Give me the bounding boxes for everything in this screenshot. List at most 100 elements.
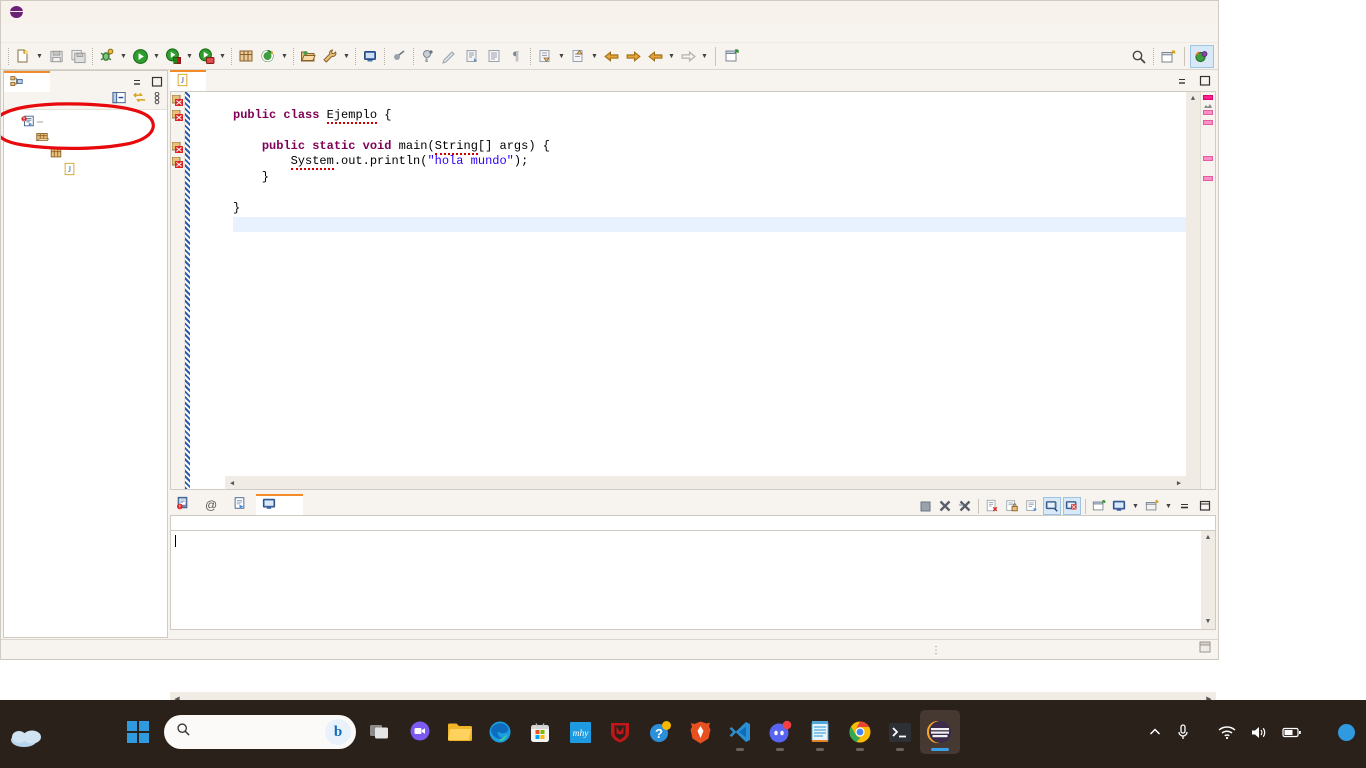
search-icon[interactable] (1128, 46, 1150, 68)
menu-source[interactable] (41, 31, 57, 35)
editor-minimize-icon[interactable] (1175, 73, 1191, 88)
next-annotation-icon[interactable] (534, 45, 556, 67)
pilcrow-icon[interactable]: ¶ (505, 45, 527, 67)
tree-item-src[interactable] (4, 130, 167, 146)
overview-marker[interactable] (1203, 156, 1213, 161)
new-java-annotation-icon[interactable] (439, 45, 461, 67)
java-perspective-icon[interactable] (1190, 45, 1214, 68)
package-explorer-minimize-icon[interactable] (130, 74, 146, 89)
tree-item-ejemplo-java[interactable]: J (4, 162, 167, 178)
fold-toggle-icon[interactable] (212, 139, 225, 155)
status-bar-resize-icon[interactable] (1198, 640, 1212, 659)
search-input[interactable]: b (164, 715, 356, 749)
previous-edit-icon[interactable] (644, 45, 666, 67)
discord-icon[interactable] (760, 710, 800, 754)
brave-browser-icon[interactable] (680, 710, 720, 754)
console-output[interactable]: ▲ ▼ (170, 530, 1216, 630)
terminate-icon[interactable] (916, 497, 934, 515)
tab-declaration[interactable] (227, 494, 256, 515)
show-console-on-output-icon[interactable] (1043, 497, 1061, 515)
save-all-icon[interactable] (67, 45, 89, 67)
console-minimize-icon[interactable] (1176, 497, 1194, 515)
save-icon[interactable] (45, 45, 67, 67)
word-wrap-icon[interactable] (1023, 497, 1041, 515)
scroll-right-icon[interactable]: ▶ (1172, 476, 1186, 489)
keyboard-layout-indicator[interactable] (1201, 710, 1207, 754)
tree-item-project[interactable] (4, 114, 167, 130)
chevron-up-icon[interactable] (1145, 710, 1165, 754)
link-with-editor-icon[interactable] (132, 91, 147, 110)
coverage-icon[interactable] (162, 45, 184, 67)
scroll-left-icon[interactable]: ◀ (225, 476, 239, 489)
editor-folding-ruler[interactable] (212, 92, 225, 489)
weather-widget[interactable] (10, 712, 70, 754)
editor-text-area[interactable]: public class Ejemplo { public static voi… (225, 92, 1200, 489)
run-icon[interactable] (129, 45, 151, 67)
scroll-down-icon[interactable]: ▼ (1201, 615, 1215, 629)
next-edit-icon[interactable] (677, 45, 699, 67)
error-marker-icon[interactable] (171, 109, 184, 121)
menu-file[interactable] (9, 31, 25, 35)
close-button[interactable] (1176, 1, 1218, 23)
editor-vertical-scrollbar[interactable]: ▲ ▼ (1186, 92, 1200, 489)
profile-dropdown-icon[interactable]: ▼ (217, 45, 228, 67)
tab-console[interactable] (256, 494, 304, 515)
previous-edit-dropdown-icon[interactable]: ▼ (666, 45, 677, 67)
teams-chat-icon[interactable] (400, 710, 440, 754)
mcafee-icon[interactable] (600, 710, 640, 754)
google-chrome-icon[interactable] (840, 710, 880, 754)
display-selected-console-dropdown-icon[interactable]: ▼ (1130, 495, 1141, 517)
open-perspective-button-icon[interactable] (1157, 46, 1179, 68)
java-working-sets-icon[interactable] (461, 45, 483, 67)
tab-ejemplo-java[interactable]: J (170, 70, 206, 91)
status-bar-handle[interactable]: ⋮ (931, 645, 943, 656)
open-type-icon[interactable] (297, 45, 319, 67)
scroll-lock-icon[interactable] (1003, 497, 1021, 515)
scroll-up-icon[interactable]: ▲ (1201, 531, 1215, 545)
menu-search[interactable] (89, 31, 105, 35)
external-tools-dropdown-icon[interactable]: ▼ (341, 45, 352, 67)
windows-start-icon[interactable] (118, 710, 158, 754)
package-explorer-maximize-icon[interactable] (149, 74, 165, 89)
forward-icon[interactable] (622, 45, 644, 67)
profile-icon[interactable] (195, 45, 217, 67)
back-icon[interactable] (600, 45, 622, 67)
volume-icon[interactable] (1247, 710, 1271, 754)
console-maximize-icon[interactable] (1196, 497, 1214, 515)
overview-marker[interactable] (1203, 120, 1213, 125)
open-perspective-icon[interactable] (721, 45, 743, 67)
overview-marker[interactable] (1203, 95, 1213, 100)
collapse-all-icon[interactable] (112, 91, 127, 110)
minimize-button[interactable] (1092, 1, 1134, 23)
menu-refactor[interactable] (57, 31, 73, 35)
tab-problems[interactable] (170, 494, 199, 515)
remove-launch-icon[interactable] (936, 497, 954, 515)
editor-marker-ruler[interactable] (171, 92, 185, 489)
show-console-on-error-icon[interactable] (1063, 497, 1081, 515)
menu-edit[interactable] (25, 31, 41, 35)
new-wizard-dropdown-icon[interactable]: ▼ (34, 45, 45, 67)
notepad-icon[interactable] (800, 710, 840, 754)
battery-icon[interactable] (1279, 710, 1305, 754)
previous-annotation-icon[interactable] (567, 45, 589, 67)
new-package-dropdown-icon[interactable]: ▼ (279, 45, 290, 67)
previous-annotation-dropdown-icon[interactable]: ▼ (589, 45, 600, 67)
open-task-icon[interactable] (359, 45, 381, 67)
editor-horizontal-scrollbar[interactable]: ◀ ▶ (225, 476, 1200, 489)
scroll-up-icon[interactable]: ▲ (1186, 92, 1200, 106)
external-tools-icon[interactable] (319, 45, 341, 67)
code-editor[interactable]: public class Ejemplo { public static voi… (170, 91, 1216, 490)
microsoft-store-icon[interactable] (520, 710, 560, 754)
visual-studio-code-icon[interactable] (720, 710, 760, 754)
display-selected-console-icon[interactable] (1110, 497, 1128, 515)
maximize-button[interactable] (1134, 1, 1176, 23)
debug-icon[interactable] (96, 45, 118, 67)
new-wizard-icon[interactable] (12, 45, 34, 67)
next-edit-dropdown-icon[interactable]: ▼ (699, 45, 710, 67)
editor-maximize-icon[interactable] (1197, 73, 1213, 88)
pin-console-icon[interactable] (1090, 497, 1108, 515)
microphone-icon[interactable] (1173, 710, 1193, 754)
menu-window[interactable] (137, 31, 153, 35)
help-support-icon[interactable]: ? (640, 710, 680, 754)
eclipse-icon[interactable] (920, 710, 960, 754)
